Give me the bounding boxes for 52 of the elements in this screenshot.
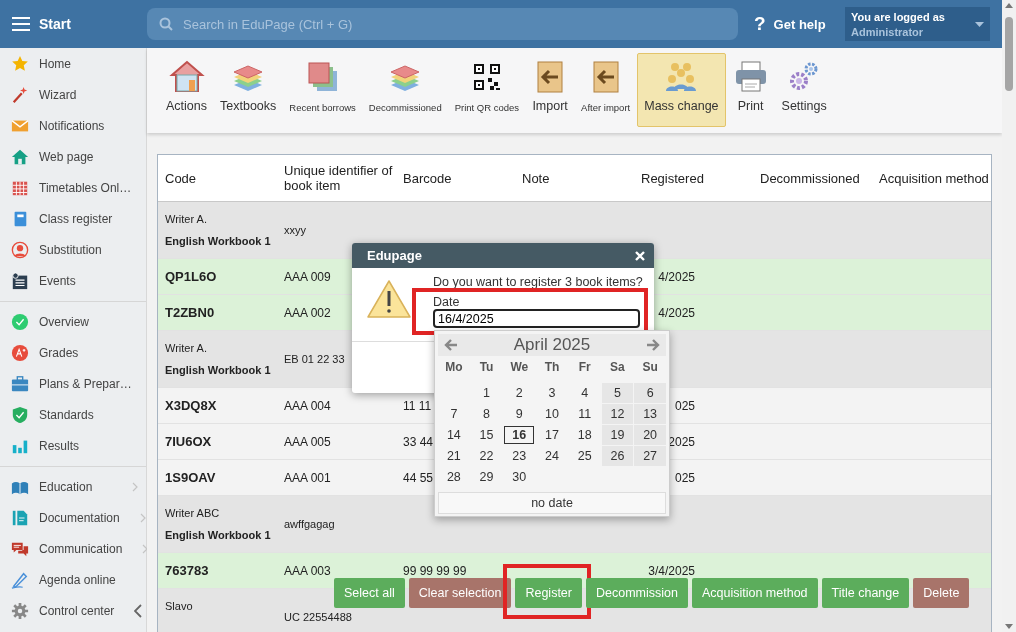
table-cell: QP1L6O xyxy=(165,269,217,284)
weekday-label: Su xyxy=(642,360,658,374)
month-title: April 2025 xyxy=(513,335,591,355)
table-cell: 44 55 xyxy=(403,470,434,485)
table-cell: 763783 xyxy=(165,563,209,578)
book-author: Writer A. xyxy=(165,341,208,355)
weekday-label: Fr xyxy=(578,360,591,374)
table-cell: AAA 005 xyxy=(284,434,331,449)
table-cell-text: EB 01 22 33 xyxy=(284,352,346,366)
table-cell: 1S9OAV xyxy=(165,470,216,485)
dialog-title: Edupage xyxy=(367,248,422,263)
table-cell: 2025 xyxy=(668,434,695,449)
table-cell-text: xxyy xyxy=(284,223,307,237)
book-title: English Workbook 1 xyxy=(165,234,272,248)
app-title: Start xyxy=(39,16,71,32)
column-header: Unique identifier of book item xyxy=(284,163,393,193)
table-cell: T2ZBN0 xyxy=(165,305,215,320)
weekday-label: We xyxy=(510,360,529,374)
table-cell: 7IU6OX xyxy=(165,434,212,449)
table-cell: AAA 002 xyxy=(284,305,331,320)
weekday-label: Th xyxy=(544,360,560,374)
table-cell-text: UC 22554488 xyxy=(284,610,353,624)
table-cell: 3/4/2025 xyxy=(648,563,695,578)
weekday-label: Mo xyxy=(445,360,463,374)
column-header: Registered xyxy=(641,170,704,186)
table-cell: 4/2025 xyxy=(658,305,695,320)
table-cell: AAA 001 xyxy=(284,470,331,485)
table-cell: AAA 009 xyxy=(284,269,331,284)
table-cell: X3DQ8X xyxy=(165,398,217,413)
column-header: Barcode xyxy=(403,170,452,186)
column-header: Code xyxy=(165,170,197,186)
book-title: English Workbook 1 xyxy=(165,363,272,377)
table-cell: 025 xyxy=(674,470,695,485)
column-header: Decommissioned xyxy=(760,170,860,186)
book-author: Writer A. xyxy=(165,212,208,226)
book-title: English Workbook 1 xyxy=(165,528,272,542)
column-header: Acquisition method xyxy=(879,170,989,186)
book-author: Writer ABC xyxy=(165,506,221,520)
table-cell: 4/2025 xyxy=(658,269,695,284)
table-cell: AAA 003 xyxy=(284,563,331,578)
weekday-label: Tu xyxy=(479,360,494,374)
weekday-label: Sa xyxy=(610,360,625,374)
field-label: Date xyxy=(433,295,460,309)
dialog-message: Do you want to register 3 book items? xyxy=(433,275,643,289)
table-cell-text: awffgagag xyxy=(284,517,336,531)
table-cell: AAA 004 xyxy=(284,398,331,413)
column-header: Note xyxy=(522,170,550,186)
table-cell: 025 xyxy=(674,398,695,413)
table-cell: 11 11 xyxy=(403,398,432,413)
book-author: Slavo xyxy=(165,599,194,613)
table-cell: 33 44 xyxy=(403,434,434,449)
table-cell: 99 99 99 99 xyxy=(403,563,467,578)
